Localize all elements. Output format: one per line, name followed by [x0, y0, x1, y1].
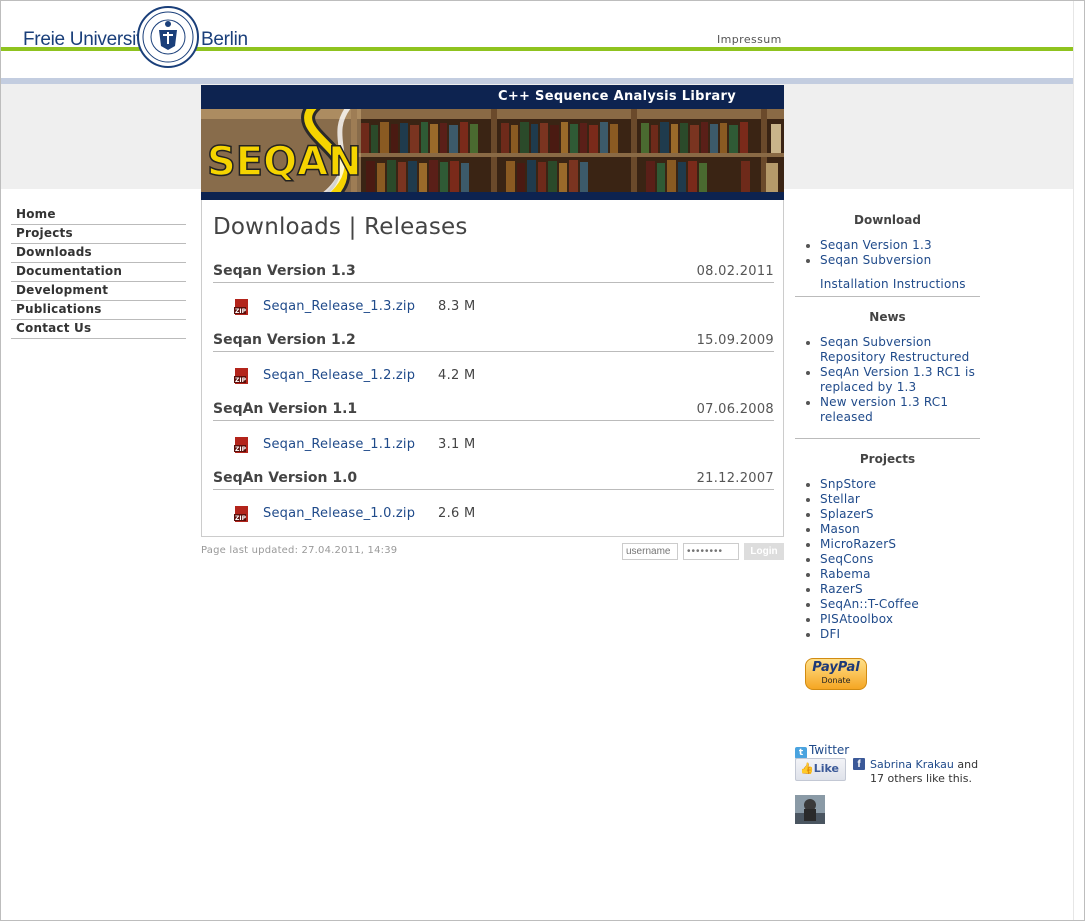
installation-instructions-link[interactable]: Installation Instructions — [820, 277, 966, 291]
svg-text:ZIP: ZIP — [235, 446, 247, 453]
download-link[interactable]: Seqan_Release_1.3.zip — [263, 299, 415, 314]
project-link[interactable]: SeqAn::T-Coffee — [795, 597, 980, 612]
main-navigation: Home Projects Downloads Documentation De… — [11, 206, 186, 339]
release-name: Seqan Version 1.2 — [213, 332, 356, 348]
paypal-donate-button[interactable]: PayPal Donate — [805, 658, 867, 690]
last-updated-text: Page last updated: 27.04.2011, 14:39 — [201, 545, 398, 556]
release-block: SeqAn Version 1.0 21.12.2007 ZIP Seqan_R… — [213, 470, 774, 540]
news-item-link[interactable]: SeqAn Version 1.3 RC1 is replaced by 1.3 — [795, 365, 980, 395]
download-link[interactable]: Seqan_Release_1.2.zip — [263, 368, 415, 383]
page-title: Downloads | Releases — [213, 214, 468, 240]
project-link[interactable]: Rabema — [795, 567, 980, 582]
release-date: 15.09.2009 — [696, 333, 774, 348]
paypal-logo: PayPal — [812, 660, 860, 675]
donate-label: Donate — [821, 676, 851, 685]
zip-file-icon: ZIP — [234, 437, 248, 453]
nav-item-documentation[interactable]: Documentation — [11, 263, 186, 282]
project-link[interactable]: SplazerS — [795, 507, 980, 522]
zip-file-icon: ZIP — [234, 506, 248, 522]
sidebar-heading: Download — [854, 213, 921, 227]
release-date: 21.12.2007 — [696, 471, 774, 486]
zip-file-icon: ZIP — [234, 368, 248, 384]
nav-item-downloads[interactable]: Downloads — [11, 244, 186, 263]
news-item-link[interactable]: New version 1.3 RC1 released — [795, 395, 980, 425]
project-link[interactable]: PISAtoolbox — [795, 612, 980, 627]
release-block: SeqAn Version 1.1 07.06.2008 ZIP Seqan_R… — [213, 401, 774, 471]
svg-text:ZIP: ZIP — [235, 308, 247, 315]
sidebar-projects: Projects SnpStore Stellar SplazerS Mason… — [795, 452, 980, 642]
sidebar-heading: News — [869, 310, 906, 324]
file-row: ZIP Seqan_Release_1.3.zip 8.3 M — [213, 283, 774, 333]
nav-item-projects[interactable]: Projects — [11, 225, 186, 244]
file-size: 4.2 M — [438, 368, 476, 383]
scrollbar[interactable] — [1073, 1, 1084, 920]
facebook-friend-link[interactable]: Sabrina Krakau — [870, 758, 954, 771]
release-name: Seqan Version 1.3 — [213, 263, 356, 279]
main-content: Downloads | Releases Seqan Version 1.3 0… — [201, 200, 784, 537]
username-input[interactable] — [622, 543, 678, 560]
project-link[interactable]: Stellar — [795, 492, 980, 507]
release-date: 07.06.2008 — [696, 402, 774, 417]
news-item-link[interactable]: Seqan Subversion Repository Restructured — [795, 335, 980, 365]
like-label: Like — [813, 762, 839, 775]
project-link[interactable]: RazerS — [795, 582, 980, 597]
avatar[interactable] — [795, 795, 825, 824]
file-size: 2.6 M — [438, 506, 476, 521]
file-size: 8.3 M — [438, 299, 476, 314]
zip-file-icon: ZIP — [234, 299, 248, 315]
sidebar-download: Download Seqan Version 1.3 Seqan Subvers… — [795, 213, 980, 268]
release-block: Seqan Version 1.2 15.09.2009 ZIP Seqan_R… — [213, 332, 774, 402]
file-row: ZIP Seqan_Release_1.1.zip 3.1 M — [213, 421, 774, 471]
university-seal-icon[interactable] — [137, 4, 199, 70]
svg-text:ZIP: ZIP — [235, 377, 247, 384]
release-block: Seqan Version 1.3 08.02.2011 ZIP Seqan_R… — [213, 263, 774, 333]
facebook-like-text: Sabrina Krakau and 17 others like this. — [870, 758, 979, 785]
seqan-logo-text: SEQAN — [207, 139, 362, 185]
thumbs-up-icon: 👍 — [800, 762, 814, 775]
nav-item-contact-us[interactable]: Contact Us — [11, 320, 186, 339]
project-link[interactable]: SnpStore — [795, 477, 980, 492]
sidebar-divider — [795, 438, 980, 439]
file-row: ZIP Seqan_Release_1.0.zip 2.6 M — [213, 490, 774, 540]
facebook-like-button[interactable]: 👍Like — [795, 758, 846, 781]
release-name: SeqAn Version 1.1 — [213, 401, 358, 417]
login-button[interactable]: Login — [744, 543, 784, 560]
release-date: 08.02.2011 — [696, 264, 774, 279]
nav-item-publications[interactable]: Publications — [11, 301, 186, 320]
password-input[interactable] — [683, 543, 739, 560]
banner-title: C++ Sequence Analysis Library — [497, 89, 736, 104]
impressum-link[interactable]: Impressum — [717, 33, 782, 46]
project-link[interactable]: DFI — [795, 627, 980, 642]
nav-item-development[interactable]: Development — [11, 282, 186, 301]
twitter-link[interactable]: Twitter — [809, 743, 849, 757]
download-link[interactable]: Seqan_Release_1.1.zip — [263, 437, 415, 452]
sidebar-link[interactable]: Seqan Subversion — [795, 253, 980, 268]
sidebar-link[interactable]: Seqan Version 1.3 — [795, 238, 980, 253]
sidebar-divider — [795, 296, 980, 297]
project-link[interactable]: Mason — [795, 522, 980, 537]
seqan-banner: C++ Sequence Analysis Library SEQAN — [201, 85, 784, 200]
sidebar-heading: Projects — [859, 452, 916, 466]
twitter-link-row[interactable]: t Twitter — [795, 743, 849, 759]
sidebar-news: News Seqan Subversion Repository Restruc… — [795, 310, 980, 425]
project-link[interactable]: MicroRazerS — [795, 537, 980, 552]
release-name: SeqAn Version 1.0 — [213, 470, 358, 486]
file-size: 3.1 M — [438, 437, 476, 452]
svg-text:ZIP: ZIP — [235, 515, 247, 522]
nav-item-home[interactable]: Home — [11, 206, 186, 225]
project-link[interactable]: SeqCons — [795, 552, 980, 567]
download-link[interactable]: Seqan_Release_1.0.zip — [263, 506, 415, 521]
file-row: ZIP Seqan_Release_1.2.zip 4.2 M — [213, 352, 774, 402]
banner-library-image: SEQAN — [201, 109, 784, 192]
facebook-icon: f — [853, 758, 865, 770]
